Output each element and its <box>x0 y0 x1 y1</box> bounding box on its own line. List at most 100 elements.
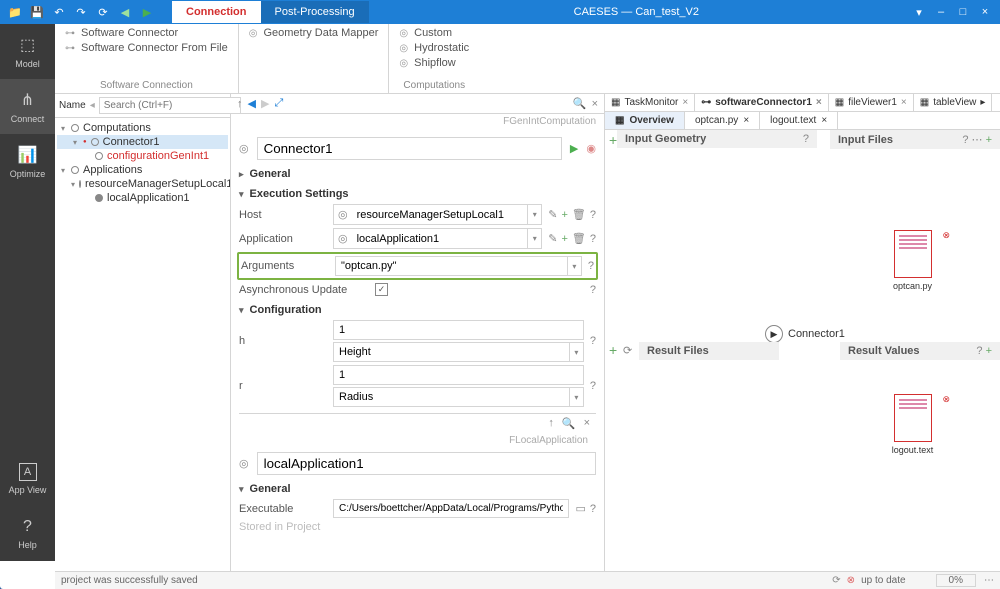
status-stop-icon[interactable]: ⊗ <box>847 575 855 586</box>
browse-icon[interactable]: ▭ <box>575 502 585 515</box>
search-icon[interactable]: 🔍 <box>573 97 587 110</box>
top-tab-post-processing[interactable]: Post-Processing <box>261 1 369 23</box>
ribbon-hydrostatic[interactable]: ◎Hydrostatic <box>399 42 469 54</box>
executable-input[interactable] <box>334 500 568 517</box>
tab-software-connector[interactable]: ⊶softwareConnector1× <box>695 94 829 111</box>
sidebar-optimize[interactable]: 📊Optimize <box>0 134 55 189</box>
undo-icon[interactable]: ↶ <box>48 0 70 24</box>
tree-local-application[interactable]: localApplication1 <box>57 191 228 205</box>
sidebar-model[interactable]: ⬚Model <box>0 24 55 79</box>
close-icon[interactable]: × <box>743 115 749 126</box>
file-delete-icon[interactable]: ⊗ <box>942 230 950 241</box>
file-delete-icon[interactable]: ⊗ <box>942 394 950 405</box>
edit-icon[interactable]: ✎ <box>548 208 557 221</box>
close-icon[interactable]: × <box>974 6 996 19</box>
subtab-optcan[interactable]: optcan.py× <box>685 112 760 129</box>
local-section-general[interactable]: ▾General <box>239 483 596 495</box>
object-name-input[interactable] <box>257 137 562 160</box>
section-general[interactable]: ▸General <box>239 168 596 180</box>
section-configuration[interactable]: ▾Configuration <box>239 304 596 316</box>
nav-back-icon[interactable]: ◀ <box>114 0 136 24</box>
ribbon-custom[interactable]: ◎Custom <box>399 27 469 39</box>
tree-resource-manager[interactable]: ▾resourceManagerSetupLocal1 <box>57 177 228 191</box>
sidebar-connect[interactable]: ⋔Connect <box>0 79 55 134</box>
help-icon[interactable]: ? <box>590 335 596 347</box>
delete-icon[interactable]: 🗑 <box>572 232 586 245</box>
expand-icon[interactable]: ⤢ <box>274 97 283 110</box>
tab-task-monitor[interactable]: ▦TaskMonitor× <box>605 94 695 111</box>
redo-icon[interactable]: ↷ <box>70 0 92 24</box>
subtab-logout[interactable]: logout.text× <box>760 112 838 129</box>
connector-node[interactable]: ▶Connector1 <box>765 325 845 343</box>
add-icon[interactable]: + <box>561 209 567 221</box>
close-icon[interactable]: × <box>816 97 822 108</box>
add-icon[interactable]: + <box>561 233 567 245</box>
up-icon[interactable]: ↑ <box>237 98 243 110</box>
add-icon[interactable]: + <box>609 342 617 358</box>
host-input[interactable] <box>352 205 528 224</box>
nav-run-icon[interactable]: ▶ <box>136 0 158 24</box>
search-icon[interactable]: 🔍 <box>562 417 576 430</box>
r-value-input[interactable] <box>334 366 583 384</box>
add-icon[interactable]: + <box>609 132 617 148</box>
open-icon[interactable]: 📁 <box>4 0 26 24</box>
ribbon-shipflow[interactable]: ◎Shipflow <box>399 57 469 69</box>
object-tree[interactable]: ▾Computations ▾●Connector1 configuration… <box>55 118 230 571</box>
r-desc-input[interactable] <box>334 388 569 406</box>
tree-computations[interactable]: ▾Computations <box>57 121 228 135</box>
sidebar-help[interactable]: ?Help <box>0 506 55 561</box>
close-icon[interactable]: × <box>901 97 907 108</box>
refresh-icon[interactable]: ⟳ <box>623 344 632 357</box>
help-icon[interactable]: ? <box>590 233 596 245</box>
h-desc-input[interactable] <box>334 343 569 361</box>
arguments-input[interactable] <box>336 257 567 275</box>
refresh-icon[interactable]: ⟳ <box>92 0 114 24</box>
section-execution-settings[interactable]: ▾Execution Settings <box>239 188 596 200</box>
nav-next-icon[interactable]: ▶ <box>261 97 269 110</box>
tree-applications[interactable]: ▾Applications <box>57 163 228 177</box>
ribbon-geometry-mapper[interactable]: ◎Geometry Data Mapper <box>249 27 379 39</box>
maximize-icon[interactable]: □ <box>952 6 974 19</box>
host-dropdown[interactable]: ▾ <box>527 205 541 224</box>
sidebar-app-view[interactable]: AApp View <box>0 451 55 506</box>
tab-file-viewer[interactable]: ▦fileViewer1× <box>829 94 914 111</box>
nav-prev-icon[interactable]: ◀ <box>248 97 256 110</box>
ribbon-software-connector[interactable]: ⊶Software Connector <box>65 27 228 39</box>
async-checkbox[interactable]: ✓ <box>375 283 388 296</box>
search-input[interactable] <box>99 97 241 114</box>
application-dropdown[interactable]: ▾ <box>527 229 541 248</box>
tab-table-view[interactable]: ▦tableView▸ <box>914 94 993 111</box>
close-icon[interactable]: × <box>682 97 688 108</box>
help-icon[interactable]: ? <box>590 284 596 296</box>
edit-icon[interactable]: ✎ <box>548 232 557 245</box>
tree-configuration[interactable]: configurationGenInt1 <box>57 149 228 163</box>
help-icon[interactable]: ? <box>588 260 594 272</box>
status-refresh-icon[interactable]: ⟳ <box>832 575 840 586</box>
application-input[interactable] <box>352 229 528 248</box>
up-icon[interactable]: ↑ <box>548 417 554 430</box>
subtab-overview[interactable]: ▦Overview <box>605 112 685 129</box>
search-prev-icon[interactable]: ◂ <box>90 100 95 111</box>
tree-connector1[interactable]: ▾●Connector1 <box>57 135 228 149</box>
panel-close-icon[interactable]: × <box>592 98 598 110</box>
save-icon[interactable]: 💾 <box>26 0 48 24</box>
workspace-canvas[interactable]: + Input Geometry? Input Files? ⋯ + ⊗ opt… <box>605 130 1000 571</box>
window-dropdown-icon[interactable]: ▾ <box>908 6 930 19</box>
r-dropdown[interactable]: ▾ <box>569 388 583 406</box>
panel-close-icon[interactable]: × <box>584 417 590 430</box>
file-logout[interactable]: ⊗ logout.text <box>885 394 940 455</box>
file-optcan[interactable]: ⊗ optcan.py <box>885 230 940 291</box>
h-value-input[interactable] <box>334 321 583 339</box>
ribbon-software-connector-file[interactable]: ⊶Software Connector From File <box>65 42 228 54</box>
arguments-dropdown[interactable]: ▾ <box>567 257 581 275</box>
help-icon[interactable]: ? <box>590 209 596 221</box>
top-tab-connection[interactable]: Connection <box>172 1 261 23</box>
chevron-right-icon[interactable]: ▸ <box>980 97 985 108</box>
help-icon[interactable]: ? <box>590 380 596 392</box>
help-icon[interactable]: ? <box>590 503 596 515</box>
h-dropdown[interactable]: ▾ <box>569 343 583 361</box>
run-icon[interactable]: ▶ <box>570 142 578 155</box>
close-icon[interactable]: × <box>821 115 827 126</box>
delete-icon[interactable]: 🗑 <box>572 208 586 221</box>
minimize-icon[interactable]: – <box>930 6 952 19</box>
